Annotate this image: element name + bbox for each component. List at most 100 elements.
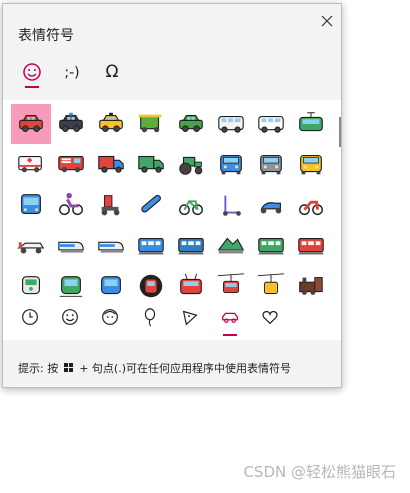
emoji-mountain-railway[interactable] (211, 226, 251, 266)
delivery-truck-icon (98, 155, 124, 173)
emoji-articulated-lorry[interactable] (131, 144, 171, 184)
smiley-icon (62, 309, 78, 325)
emoji-red-car[interactable] (11, 104, 51, 144)
emoji-aerial-cableway[interactable] (251, 266, 291, 300)
police-car-icon (59, 112, 83, 132)
emoji-trolleybus[interactable] (171, 266, 211, 300)
emoji-light-rail[interactable] (131, 226, 171, 266)
emoji-bicycle[interactable] (171, 185, 211, 225)
emoji-oncoming-taxi[interactable] (291, 144, 331, 184)
emoji-motor-scooter[interactable] (251, 185, 291, 225)
minibus-icon (218, 115, 244, 133)
train-car-icon (258, 237, 284, 255)
heart-icon (262, 310, 278, 325)
steam-locomotive-icon (299, 277, 323, 295)
emoji-taxi[interactable] (91, 104, 131, 144)
red-car-icon (19, 115, 43, 132)
emoji-train-car[interactable] (251, 226, 291, 266)
metro-icon (139, 274, 163, 298)
kick-scooter-icon (223, 195, 241, 216)
emoji-metro-front[interactable] (51, 266, 91, 300)
motorcycle-icon (299, 200, 323, 216)
watermark: CSDN @轻松熊猫眼石 (243, 463, 396, 481)
pizza-icon (182, 310, 198, 326)
emoji-suv[interactable] (171, 104, 211, 144)
tab-active-underline (25, 86, 39, 88)
emoji-metro[interactable] (131, 266, 171, 300)
manual-wheelchair-icon (59, 192, 83, 216)
emoji-high-speed-train[interactable] (51, 226, 91, 266)
tab-symbols[interactable]: Ω (97, 60, 127, 94)
emoji-minibus[interactable] (211, 104, 251, 144)
railway-car-icon (298, 237, 324, 255)
trolleybus-icon (180, 273, 202, 295)
category-people[interactable] (97, 304, 123, 330)
balloon-icon (144, 308, 156, 327)
blue-car-icon (220, 155, 242, 175)
aerial-cableway-icon (257, 273, 285, 294)
emoji-motorized-wheelchair[interactable] (91, 185, 131, 225)
clock-icon (22, 309, 38, 325)
metro-front-icon (59, 276, 83, 297)
emoji-grid (3, 100, 341, 300)
station-icon (22, 276, 40, 295)
skateboard-icon (141, 194, 161, 213)
emoji-panel: 表情符号 ;-) Ω 提示: 按 + 句点(.)可在任何应用程序中使用表情符号 (2, 3, 342, 388)
emoji-motorcycle[interactable] (291, 185, 331, 225)
mountain-railway-icon (217, 237, 245, 254)
emoji-train[interactable] (171, 226, 211, 266)
emoji-police-car[interactable] (51, 104, 91, 144)
car-icon (222, 312, 238, 323)
emoji-van[interactable] (251, 104, 291, 144)
motor-scooter-icon (260, 202, 282, 214)
high-speed-train-icon (58, 241, 84, 253)
category-symbols[interactable] (257, 304, 283, 330)
suv-icon (179, 115, 203, 132)
emoji-blue-car[interactable] (211, 144, 251, 184)
emoji-station[interactable] (11, 266, 51, 300)
emoji-oncoming-car[interactable] (251, 144, 291, 184)
category-celebrations[interactable] (137, 304, 163, 330)
panel-title: 表情符号 (18, 28, 74, 44)
emoji-delivery-truck[interactable] (91, 144, 131, 184)
tab-emoji[interactable] (17, 60, 47, 92)
emoji-tram[interactable] (291, 104, 331, 144)
van-icon (258, 115, 284, 133)
motorized-wheelchair-icon (101, 195, 120, 216)
emoji-tractor[interactable] (171, 144, 211, 184)
light-rail-icon (138, 237, 164, 255)
emoji-bullet-train[interactable] (91, 226, 131, 266)
tab-symbols-label: Ω (105, 62, 119, 82)
emoji-fire-engine[interactable] (51, 144, 91, 184)
emoji-auto-rickshaw[interactable] (131, 104, 171, 144)
tractor-icon (179, 156, 203, 175)
fire-engine-icon (58, 155, 84, 173)
category-bar (3, 300, 341, 340)
emoji-railway-car[interactable] (291, 226, 331, 266)
tab-kaomoji-label: ;-) (64, 65, 80, 81)
aerial-tramway-icon (217, 273, 245, 294)
emoji-skateboard[interactable] (131, 185, 171, 225)
scrollbar-thumb[interactable] (339, 117, 341, 147)
emoji-racing-car[interactable] (11, 226, 51, 266)
bicycle-icon (179, 199, 203, 216)
articulated-lorry-icon (138, 155, 164, 173)
category-transport[interactable] (217, 304, 243, 336)
emoji-bus[interactable] (11, 185, 51, 225)
emoji-ambulance[interactable] (11, 144, 51, 184)
emoji-aerial-tramway[interactable] (211, 266, 251, 300)
close-icon[interactable] (319, 13, 335, 29)
taxi-icon (99, 112, 123, 132)
tab-kaomoji[interactable]: ;-) (57, 60, 87, 95)
category-smileys[interactable] (57, 304, 83, 330)
hint-prefix: 提示: 按 (18, 362, 59, 375)
category-food[interactable] (177, 304, 203, 330)
emoji-monorail[interactable] (91, 266, 131, 300)
bus-icon (21, 194, 41, 214)
category-active-underline (223, 334, 237, 336)
emoji-steam-locomotive[interactable] (291, 266, 331, 300)
emoji-kick-scooter[interactable] (211, 185, 251, 225)
person-icon (102, 309, 118, 325)
emoji-manual-wheelchair[interactable] (51, 185, 91, 225)
category-recent[interactable] (17, 304, 43, 330)
